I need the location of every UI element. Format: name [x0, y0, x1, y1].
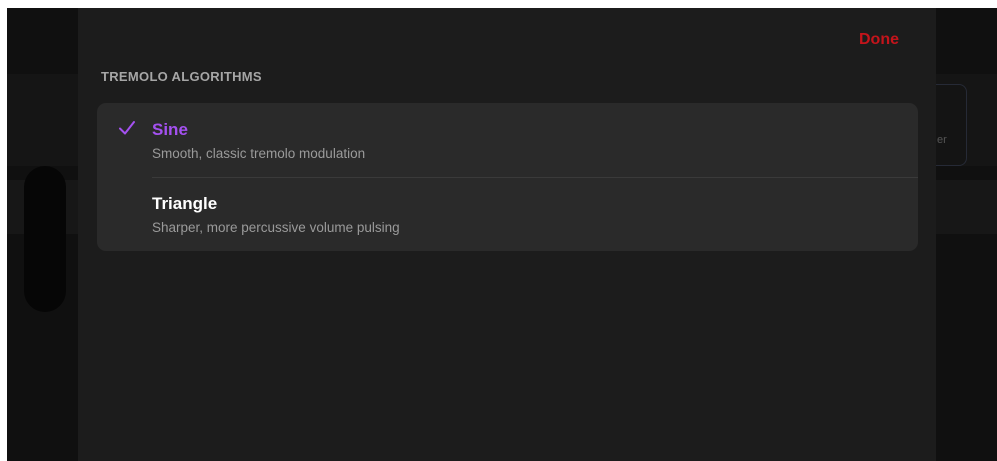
option-description: Sharper, more percussive volume pulsing [152, 220, 400, 235]
options-list: Sine Smooth, classic tremolo modulation … [97, 103, 918, 251]
option-triangle[interactable]: Triangle Sharper, more percussive volume… [97, 177, 918, 251]
option-title: Sine [152, 120, 188, 139]
algorithm-picker-sheet: Done TREMOLO ALGORITHMS Sine Smooth, cla… [78, 8, 936, 461]
option-sine[interactable]: Sine Smooth, classic tremolo modulation [97, 103, 918, 177]
option-title: Triangle [152, 194, 218, 213]
option-description: Smooth, classic tremolo modulation [152, 146, 366, 161]
done-button[interactable]: Done [859, 31, 899, 49]
section-header: TREMOLO ALGORITHMS [101, 69, 262, 84]
background-card-text: er [937, 134, 947, 146]
screen: er Done TREMOLO ALGORITHMS Sine Smooth, … [0, 0, 997, 461]
checkmark-icon [119, 121, 135, 135]
background-slider-track [24, 166, 66, 312]
